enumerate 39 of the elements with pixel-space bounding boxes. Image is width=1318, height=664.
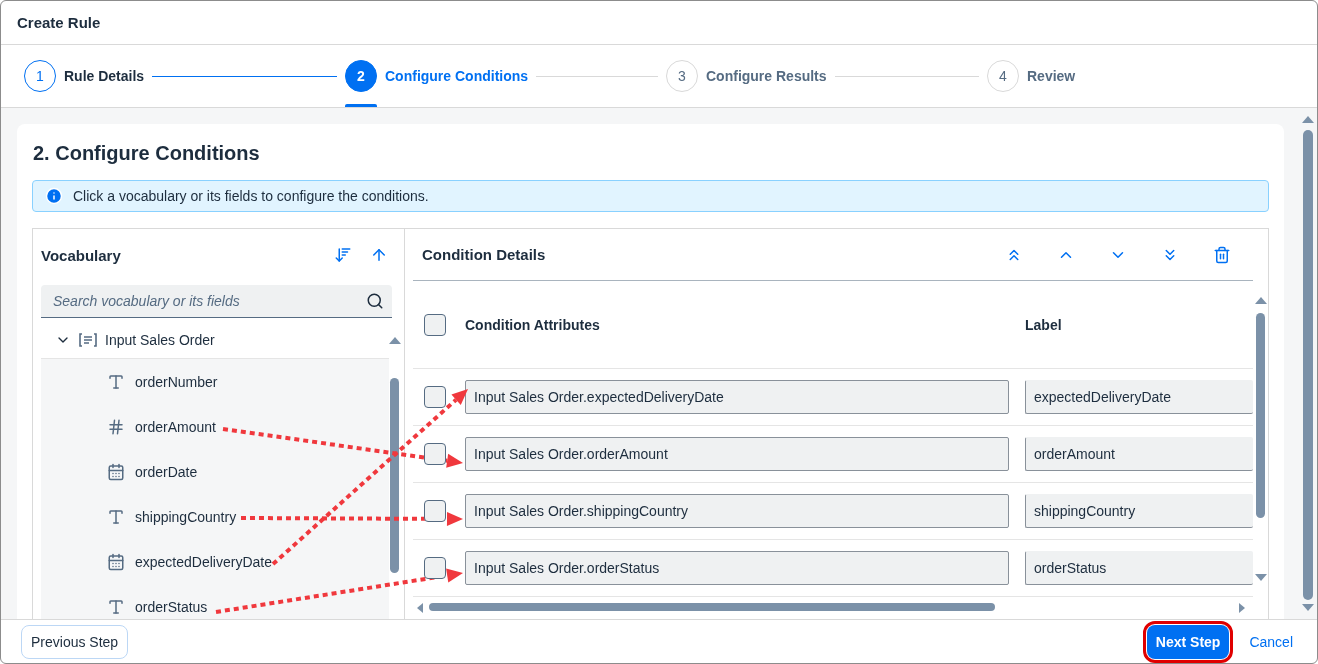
- section-title: 2. Configure Conditions: [33, 142, 261, 166]
- label-field[interactable]: orderStatus: [1025, 551, 1253, 585]
- step-label[interactable]: Review: [1027, 68, 1076, 84]
- step-number[interactable]: 3: [666, 60, 698, 92]
- field-item[interactable]: orderNumber: [41, 359, 389, 404]
- attribute-field[interactable]: Input Sales Order.expectedDeliveryDate: [465, 380, 1009, 414]
- label-field[interactable]: expectedDeliveryDate: [1025, 380, 1253, 414]
- field-item[interactable]: orderDate: [41, 449, 389, 494]
- field-item[interactable]: expectedDeliveryDate: [41, 539, 389, 584]
- label-field[interactable]: shippingCountry: [1025, 494, 1253, 528]
- pane-title: Vocabulary: [41, 246, 121, 264]
- field-label: orderDate: [135, 463, 198, 480]
- step-label[interactable]: Configure Results: [706, 68, 827, 84]
- tree-item-label: Input Sales Order: [105, 331, 215, 348]
- field-label: orderStatus: [135, 598, 208, 615]
- field-label: expectedDeliveryDate: [135, 553, 272, 570]
- attribute-field[interactable]: Input Sales Order.orderAmount: [465, 437, 1009, 471]
- field-label: shippingCountry: [135, 508, 237, 525]
- previous-step-button[interactable]: Previous Step: [21, 624, 129, 659]
- dialog-title: Create Rule: [17, 14, 101, 31]
- search-field[interactable]: Search vocabulary or its fields: [41, 285, 392, 318]
- column-header: Condition Attributes: [465, 316, 601, 333]
- field-item[interactable]: orderStatus: [41, 584, 389, 619]
- step-label[interactable]: Configure Conditions: [385, 68, 529, 84]
- attribute-field[interactable]: Input Sales Order.shippingCountry: [465, 494, 1009, 528]
- cancel-link[interactable]: Cancel: [1245, 624, 1297, 659]
- label-field[interactable]: orderAmount: [1025, 437, 1253, 471]
- field-label: orderNumber: [135, 373, 218, 390]
- step-number[interactable]: 4: [987, 60, 1019, 92]
- step-number[interactable]: 2: [345, 60, 377, 92]
- step-number[interactable]: 1: [24, 60, 56, 92]
- column-header: Label: [1025, 316, 1063, 333]
- pane-title: Condition Details: [422, 246, 546, 263]
- field-item[interactable]: shippingCountry: [41, 494, 389, 539]
- field-item[interactable]: orderAmount: [41, 404, 389, 449]
- info-text: Click a vocabulary or its fields to configure the conditions.: [73, 188, 429, 204]
- field-label: orderAmount: [135, 418, 216, 435]
- attribute-field[interactable]: Input Sales Order.orderStatus: [465, 551, 1009, 585]
- step-label[interactable]: Rule Details: [64, 68, 145, 84]
